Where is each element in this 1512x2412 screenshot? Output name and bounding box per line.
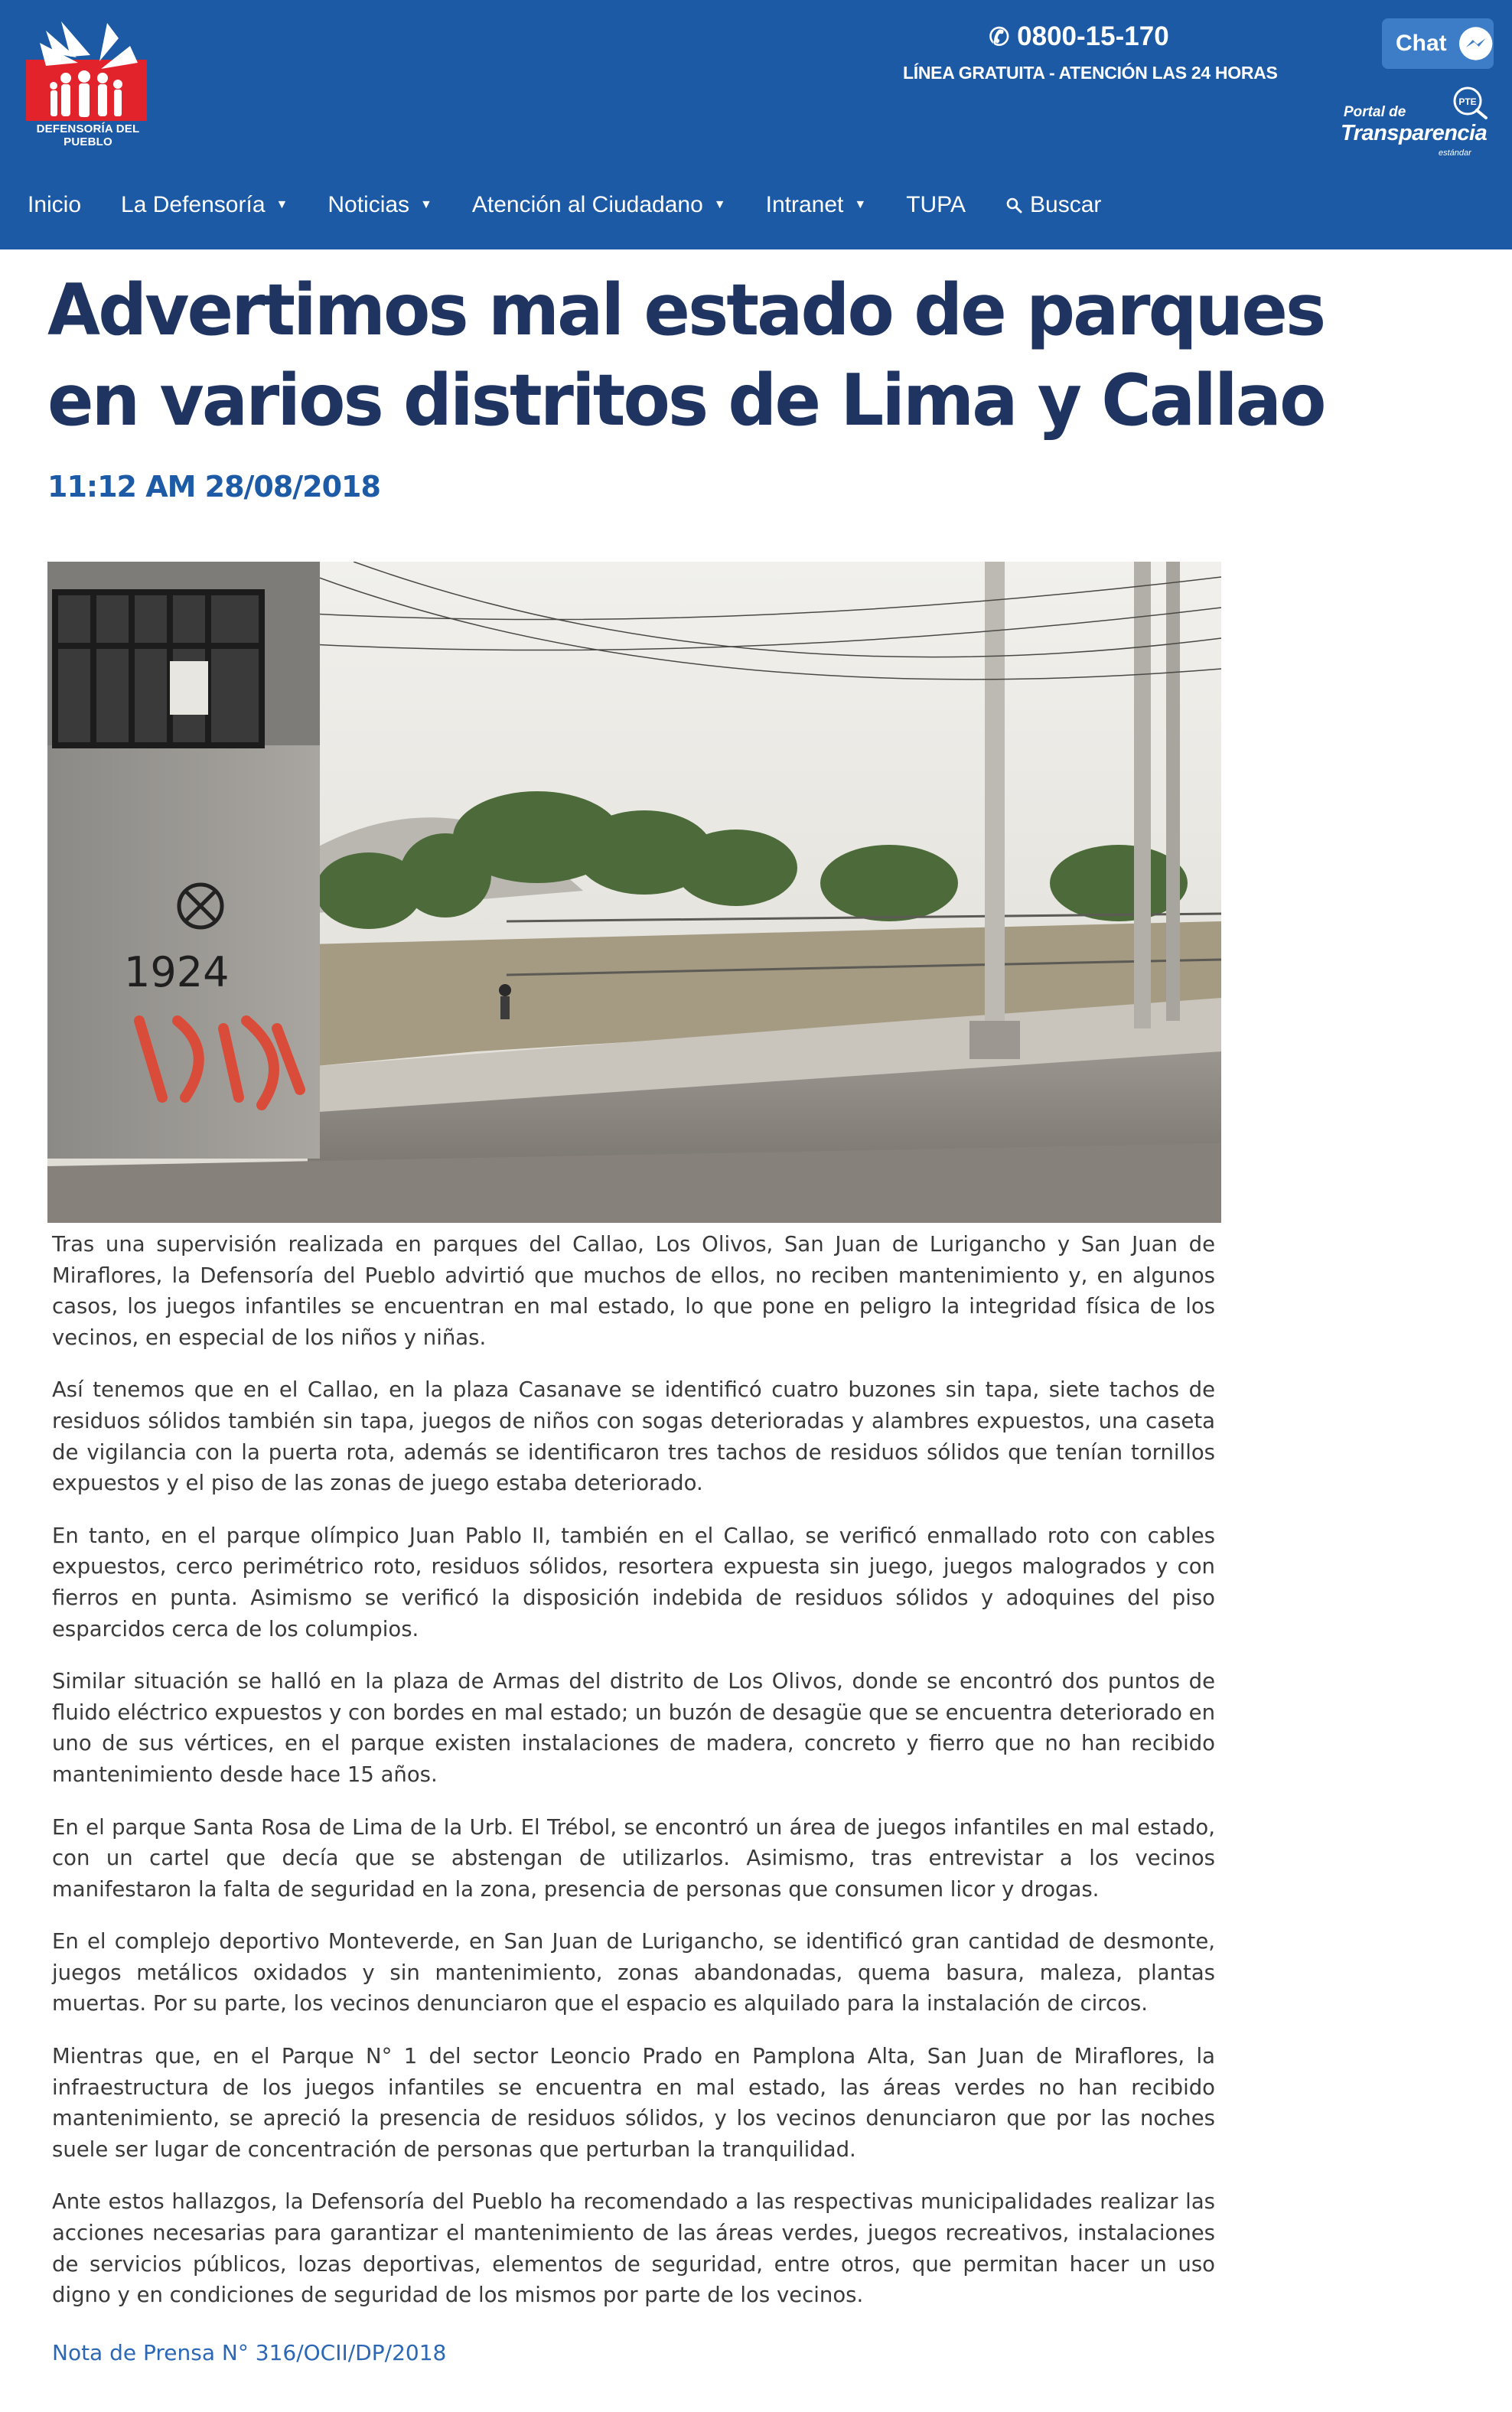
hotline-number-text: 0800-15-170	[1017, 21, 1169, 51]
article-title: Advertimos mal estado de parques en vari…	[47, 269, 1326, 442]
nav-item-noticias[interactable]: Noticias ▼	[327, 192, 432, 218]
nav-label: Buscar	[1030, 192, 1102, 217]
press-note-link[interactable]: Nota de Prensa N° 316/OCII/DP/2018	[52, 2340, 446, 2365]
article-timestamp: 11:12 AM 28/08/2018	[47, 470, 381, 504]
caret-down-icon: ▼	[420, 198, 432, 211]
caret-down-icon: ▼	[275, 198, 288, 211]
article-paragraph: Mientras que, en el Parque N° 1 del sect…	[52, 2044, 1215, 2162]
nav-item-buscar[interactable]: Buscar	[1005, 192, 1101, 218]
article-paragraph: En el complejo deportivo Monteverde, en …	[52, 1929, 1215, 2016]
article-photo: 1924	[47, 562, 1221, 1223]
nav-item-tupa[interactable]: TUPA	[906, 192, 966, 218]
chat-button[interactable]: Chat	[1382, 18, 1494, 69]
article-paragraph: Tras una supervisión realizada en parque…	[52, 1232, 1215, 1350]
logo-emblem-icon	[26, 21, 147, 121]
park-photo-illustration: 1924	[47, 562, 1221, 1223]
nav-label: La Defensoría	[121, 192, 266, 217]
nav-label: Inicio	[28, 192, 82, 217]
caret-down-icon: ▼	[713, 198, 726, 211]
caret-down-icon: ▼	[854, 198, 867, 211]
search-icon	[1006, 197, 1022, 213]
pte-badge-icon: PTE	[1453, 86, 1488, 119]
logo-text: DEFENSORÍA DEL PUEBLO	[36, 122, 140, 148]
article-paragraph: En el parque Santa Rosa de Lima de la Ur…	[52, 1814, 1215, 1902]
transparency-line2: Transparencia	[1341, 121, 1488, 145]
phone-icon: ✆	[989, 23, 1010, 51]
nav-label: Atención al Ciudadano	[471, 192, 703, 217]
article-paragraph: Similar situación se halló en la plaza d…	[52, 1669, 1215, 1787]
nav-item-intranet[interactable]: Intranet ▼	[766, 192, 867, 218]
hotline-block: ✆ 0800-15-170 LÍNEA GRATUITA - ATENCIÓN …	[903, 21, 1278, 83]
nav-item-atencion-ciudadano[interactable]: Atención al Ciudadano ▼	[472, 192, 726, 218]
nav-label: Intranet	[765, 192, 844, 217]
main-nav: Inicio La Defensoría ▼ Noticias ▼ Atenci…	[0, 182, 1101, 228]
site-header: DEFENSORÍA DEL PUEBLO ✆ 0800-15-170 LÍNE…	[0, 0, 1512, 249]
svg-text:PTE: PTE	[1458, 96, 1476, 107]
defensoria-logo[interactable]: DEFENSORÍA DEL PUEBLO	[23, 15, 153, 148]
nav-item-inicio[interactable]: Inicio	[28, 192, 81, 218]
article-paragraph: Ante estos hallazgos, la Defensoría del …	[52, 2189, 1215, 2308]
article-body: Tras una supervisión realizada en parque…	[52, 1229, 1215, 2332]
article-paragraph: Así tenemos que en el Callao, en la plaz…	[52, 1377, 1215, 1496]
hotline-number[interactable]: ✆ 0800-15-170	[989, 21, 1168, 52]
chat-label: Chat	[1396, 31, 1447, 56]
hotline-subtitle: LÍNEA GRATUITA - ATENCIÓN LAS 24 HORAS	[903, 63, 1278, 83]
nav-label: TUPA	[906, 192, 966, 217]
nav-item-la-defensoria[interactable]: La Defensoría ▼	[121, 192, 288, 218]
transparency-line1: Portal de	[1344, 104, 1406, 120]
nav-label: Noticias	[327, 192, 410, 217]
transparency-line3: estándar	[1439, 148, 1471, 158]
article-paragraph: En tanto, en el parque olímpico Juan Pab…	[52, 1523, 1215, 1641]
photo-graffiti-text: 1924	[124, 948, 229, 996]
transparency-portal-link[interactable]: PTE Portal de Transparencia estándar	[1338, 86, 1498, 162]
messenger-icon	[1458, 27, 1493, 60]
